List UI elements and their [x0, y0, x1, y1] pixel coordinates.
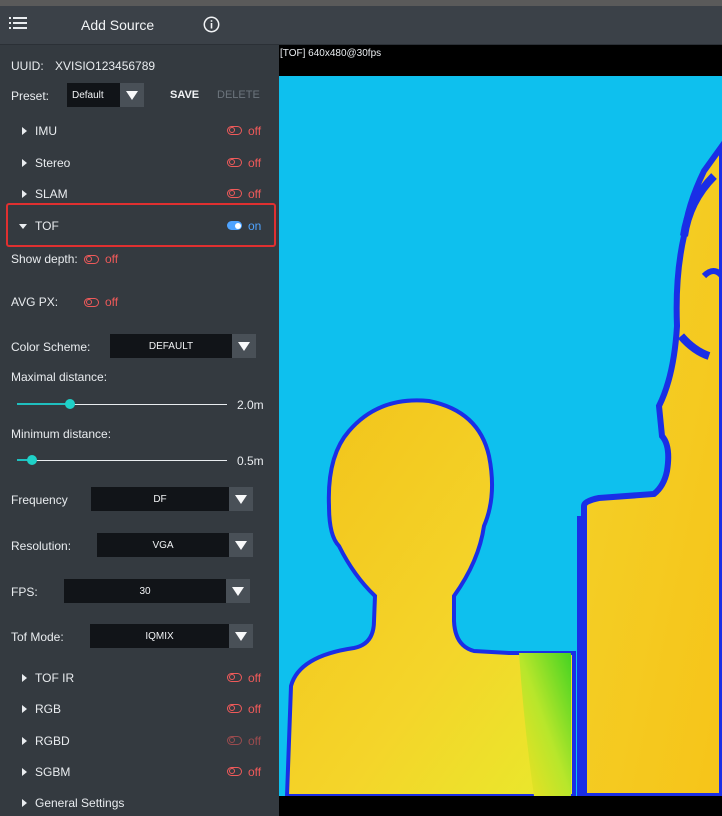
toggle-icon[interactable] — [84, 255, 99, 264]
resolution-label: Resolution: — [11, 539, 72, 553]
toggle-icon[interactable] — [227, 126, 242, 135]
preset-select-value: Default — [72, 89, 104, 101]
caret-right-icon — [22, 159, 27, 167]
top-bar: Add Source — [0, 6, 722, 45]
module-label-slam: SLAM — [35, 187, 68, 201]
module-state-sgbm: off — [248, 765, 262, 779]
module-row-general-settings[interactable]: General Settings — [0, 793, 279, 813]
module-row-slam[interactable]: SLAM off — [0, 184, 279, 204]
fps-select[interactable]: 30 — [64, 579, 226, 603]
module-row-rgbd[interactable]: RGBD off — [0, 731, 279, 751]
avg-px-state: off — [105, 295, 119, 309]
caret-right-icon — [22, 674, 27, 682]
hamburger-menu-icon[interactable] — [9, 16, 27, 30]
sidebar: UUID: XVISIO123456789 Preset: Default SA… — [0, 45, 279, 816]
toggle-icon[interactable] — [227, 189, 242, 198]
module-label-tof: TOF — [35, 219, 59, 233]
module-label-general-settings: General Settings — [35, 796, 125, 810]
max-distance-value: 2.0m — [237, 398, 264, 412]
color-scheme-select[interactable]: DEFAULT — [110, 334, 232, 358]
module-state-rgb: off — [248, 702, 262, 716]
color-scheme-label: Color Scheme: — [11, 340, 91, 354]
show-depth-label: Show depth: — [11, 252, 78, 266]
module-row-sgbm[interactable]: SGBM off — [0, 762, 279, 782]
module-row-tof[interactable]: TOF on — [0, 216, 279, 236]
caret-right-icon — [22, 127, 27, 135]
tof-mode-label: Tof Mode: — [11, 630, 64, 644]
toggle-icon[interactable] — [227, 767, 242, 776]
min-distance-slider-track[interactable] — [17, 460, 227, 461]
tof-mode-select[interactable]: IQMIX — [90, 624, 229, 648]
preset-select[interactable]: Default — [67, 83, 120, 107]
module-state-tof: on — [248, 219, 262, 233]
preset-dropdown-button[interactable] — [120, 83, 144, 107]
frequency-select[interactable]: DF — [91, 487, 229, 511]
resolution-dropdown-button[interactable] — [229, 533, 253, 557]
caret-right-icon — [22, 799, 27, 807]
depth-image-graphic — [284, 140, 722, 796]
module-label-imu: IMU — [35, 124, 57, 138]
tof-mode-dropdown-button[interactable] — [229, 624, 253, 648]
save-button[interactable]: SAVE — [170, 89, 199, 101]
resolution-select[interactable]: VGA — [97, 533, 229, 557]
module-state-tof-ir: off — [248, 671, 262, 685]
caret-right-icon — [22, 768, 27, 776]
min-distance-label: Minimum distance: — [11, 427, 112, 441]
toggle-icon[interactable] — [227, 158, 242, 167]
caret-right-icon — [22, 737, 27, 745]
module-label-tof-ir: TOF IR — [35, 671, 75, 685]
module-state-rgbd: off — [248, 734, 262, 748]
page-title: Add Source — [81, 17, 155, 33]
module-row-imu[interactable]: IMU off — [0, 121, 279, 141]
fps-value: 30 — [139, 585, 151, 597]
module-state-slam: off — [248, 187, 262, 201]
show-depth-state: off — [105, 252, 119, 266]
module-row-tof-ir[interactable]: TOF IR off — [0, 668, 279, 688]
toggle-icon[interactable] — [227, 673, 242, 682]
toggle-icon[interactable] — [227, 704, 242, 713]
uuid-value: XVISIO123456789 — [55, 59, 156, 73]
info-circle-icon[interactable] — [203, 16, 220, 33]
tof-mode-value: IQMIX — [145, 630, 174, 642]
stream-label: [TOF] 640x480@30fps — [280, 48, 382, 59]
module-label-rgbd: RGBD — [35, 734, 70, 748]
avg-px-label: AVG PX: — [11, 295, 59, 309]
frequency-value: DF — [153, 493, 167, 505]
preset-label: Preset: — [11, 89, 50, 103]
toggle-on-icon[interactable] — [227, 221, 242, 230]
delete-button[interactable]: DELETE — [217, 89, 260, 101]
fps-label: FPS: — [11, 585, 38, 599]
module-state-imu: off — [248, 124, 262, 138]
toggle-icon[interactable] — [84, 298, 99, 307]
min-distance-value: 0.5m — [237, 454, 264, 468]
module-label-stereo: Stereo — [35, 156, 71, 170]
max-distance-slider-fill — [17, 403, 70, 405]
max-distance-label: Maximal distance: — [11, 370, 108, 384]
module-label-sgbm: SGBM — [35, 765, 71, 779]
caret-right-icon — [22, 190, 27, 198]
toggle-icon[interactable] — [227, 736, 242, 745]
depth-image — [279, 76, 722, 796]
module-row-rgb[interactable]: RGB off — [0, 699, 279, 719]
module-row-stereo[interactable]: Stereo off — [0, 153, 279, 173]
color-scheme-dropdown-button[interactable] — [232, 334, 256, 358]
module-label-rgb: RGB — [35, 702, 62, 716]
frequency-dropdown-button[interactable] — [229, 487, 253, 511]
caret-down-icon — [19, 224, 27, 229]
fps-dropdown-button[interactable] — [226, 579, 250, 603]
max-distance-slider-knob[interactable] — [64, 399, 75, 409]
resolution-value: VGA — [152, 539, 174, 551]
frequency-label: Frequency — [11, 493, 68, 507]
caret-right-icon — [22, 705, 27, 713]
color-scheme-value: DEFAULT — [148, 340, 194, 352]
module-state-stereo: off — [248, 156, 262, 170]
min-distance-slider-knob[interactable] — [26, 455, 37, 465]
uuid-label: UUID: — [11, 59, 44, 73]
